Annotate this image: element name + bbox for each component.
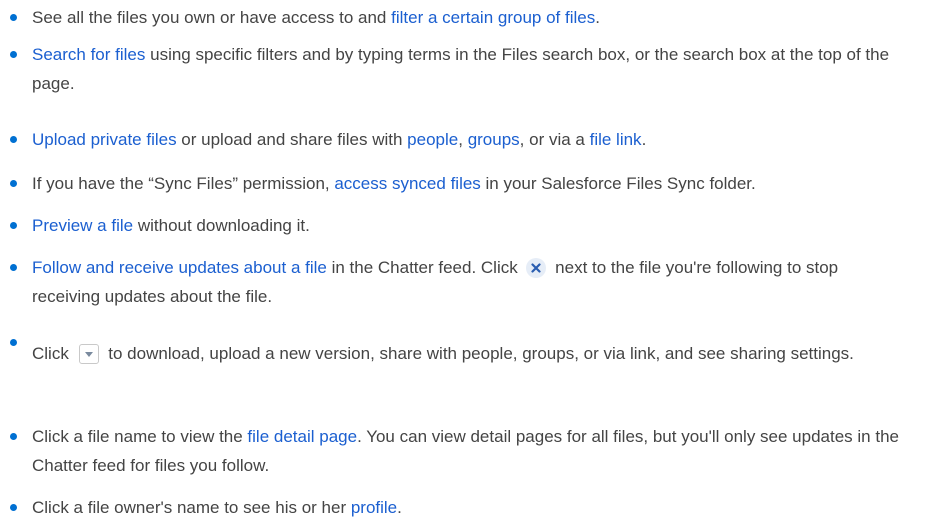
text-segment: to download, upload a new version, share… [103, 344, 854, 363]
bullet-icon [10, 433, 17, 440]
list-item-text: See all the files you own or have access… [32, 3, 910, 32]
groups-link[interactable]: groups [468, 130, 520, 149]
file-link-link[interactable]: file link [590, 130, 642, 149]
filter-files-link[interactable]: filter a certain group of files [391, 8, 595, 27]
unfollow-x-icon [526, 257, 547, 278]
list-item-text: Click to download, upload a new version,… [32, 339, 910, 368]
file-detail-page-link[interactable]: file detail page [247, 427, 357, 446]
list-item-text: If you have the “Sync Files” permission,… [32, 169, 910, 198]
text-segment: Click [32, 344, 74, 363]
bullet-icon [10, 339, 17, 346]
search-files-link[interactable]: Search for files [32, 45, 145, 64]
list-item-text: Click a file owner's name to see his or … [32, 493, 910, 522]
text-segment: . [641, 130, 647, 149]
text-segment: Click a file owner's name to see his or … [32, 498, 351, 517]
bullet-icon [10, 180, 17, 187]
people-link[interactable]: people [407, 130, 458, 149]
bullet-icon [10, 51, 17, 58]
bullet-icon [10, 264, 17, 271]
text-segment: . [397, 498, 402, 517]
list-item-text: Click a file name to view the file detai… [32, 422, 910, 480]
upload-private-files-link[interactable]: Upload private files [32, 130, 177, 149]
follow-file-link[interactable]: Follow and receive updates about a file [32, 258, 327, 277]
text-segment: , or via a [519, 130, 590, 149]
text-segment: in your Salesforce Files Sync folder. [480, 174, 756, 193]
text-segment: , [458, 130, 468, 149]
text-segment: Click a file name to view the [32, 427, 248, 446]
bullet-icon [10, 222, 17, 229]
text-segment: using specific filters and by typing ter… [32, 45, 890, 93]
text-segment: See all the files you own or have access… [32, 8, 392, 27]
text-segment: . [595, 8, 600, 27]
text-segment: in the Chatter feed. Click [326, 258, 523, 277]
bullet-icon [10, 504, 17, 511]
list-item-text: Search for files using specific filters … [32, 40, 910, 98]
profile-link[interactable]: profile [351, 498, 397, 517]
text-segment: If you have the “Sync Files” permission, [32, 174, 335, 193]
list-item-text: Follow and receive updates about a file … [32, 253, 910, 311]
bullet-icon [10, 14, 17, 21]
access-synced-files-link[interactable]: access synced files [334, 174, 480, 193]
bullet-icon [10, 136, 17, 143]
text-segment: without downloading it. [133, 216, 310, 235]
dropdown-menu-icon [78, 343, 99, 364]
list-item-text: Upload private files or upload and share… [32, 125, 910, 154]
list-item-text: Preview a file without downloading it. [32, 211, 910, 240]
text-segment: or upload and share files with [176, 130, 408, 149]
preview-file-link[interactable]: Preview a file [32, 216, 133, 235]
